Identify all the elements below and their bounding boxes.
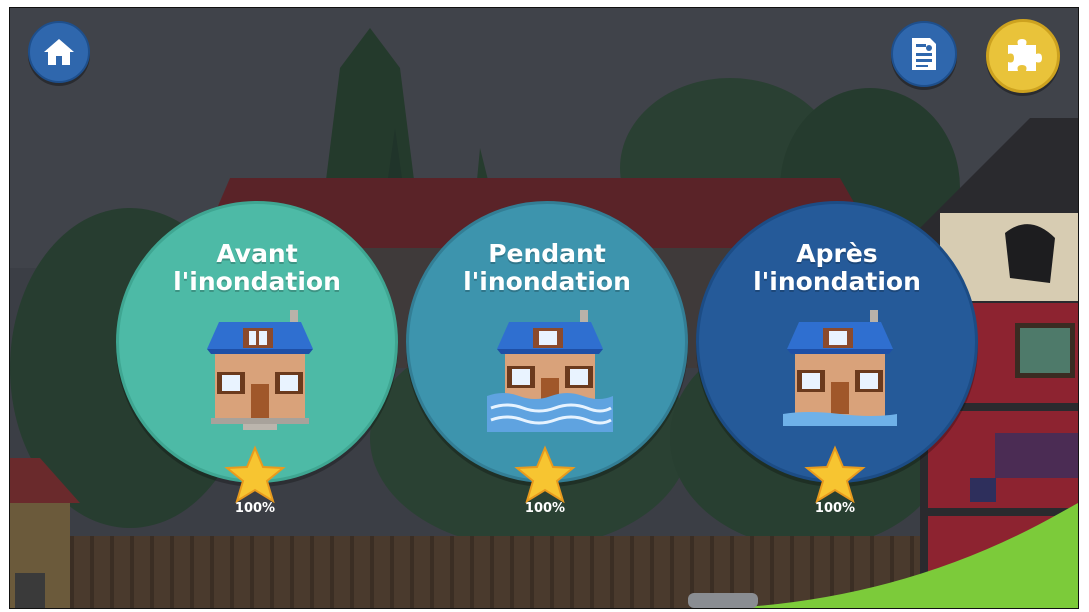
level-title-line1: Avant <box>216 239 298 268</box>
star-icon <box>514 445 576 504</box>
receding-flood-house-illustration <box>783 310 897 426</box>
game-screen: Avant l'inondation Pendant l'inondation <box>9 7 1079 609</box>
progress-percent: 100% <box>524 501 566 516</box>
home-icon <box>44 39 74 65</box>
level-title: Après l'inondation <box>699 240 975 296</box>
level-after-flood[interactable]: Après l'inondation <box>696 201 978 483</box>
level-before-flood[interactable]: Avant l'inondation <box>116 201 398 483</box>
document-button[interactable] <box>891 21 957 87</box>
level-title-line1: Après <box>796 239 878 268</box>
star-icon <box>804 445 866 504</box>
level-title-line2: l'inondation <box>753 267 921 296</box>
puzzle-icon <box>1008 39 1042 71</box>
level-title: Pendant l'inondation <box>409 240 685 296</box>
level-during-flood[interactable]: Pendant l'inondation <box>406 201 688 483</box>
puzzle-button[interactable] <box>986 19 1060 93</box>
level-title-line2: l'inondation <box>463 267 631 296</box>
level-title-line1: Pendant <box>488 239 606 268</box>
star-icon <box>224 445 286 504</box>
progress-percent: 100% <box>234 501 276 516</box>
level-title: Avant l'inondation <box>119 240 395 296</box>
progress-percent: 100% <box>814 501 856 516</box>
home-button[interactable] <box>28 21 90 83</box>
dry-house-illustration <box>207 310 313 430</box>
document-icon <box>912 38 936 70</box>
flooded-house-illustration <box>487 310 613 432</box>
level-title-line2: l'inondation <box>173 267 341 296</box>
